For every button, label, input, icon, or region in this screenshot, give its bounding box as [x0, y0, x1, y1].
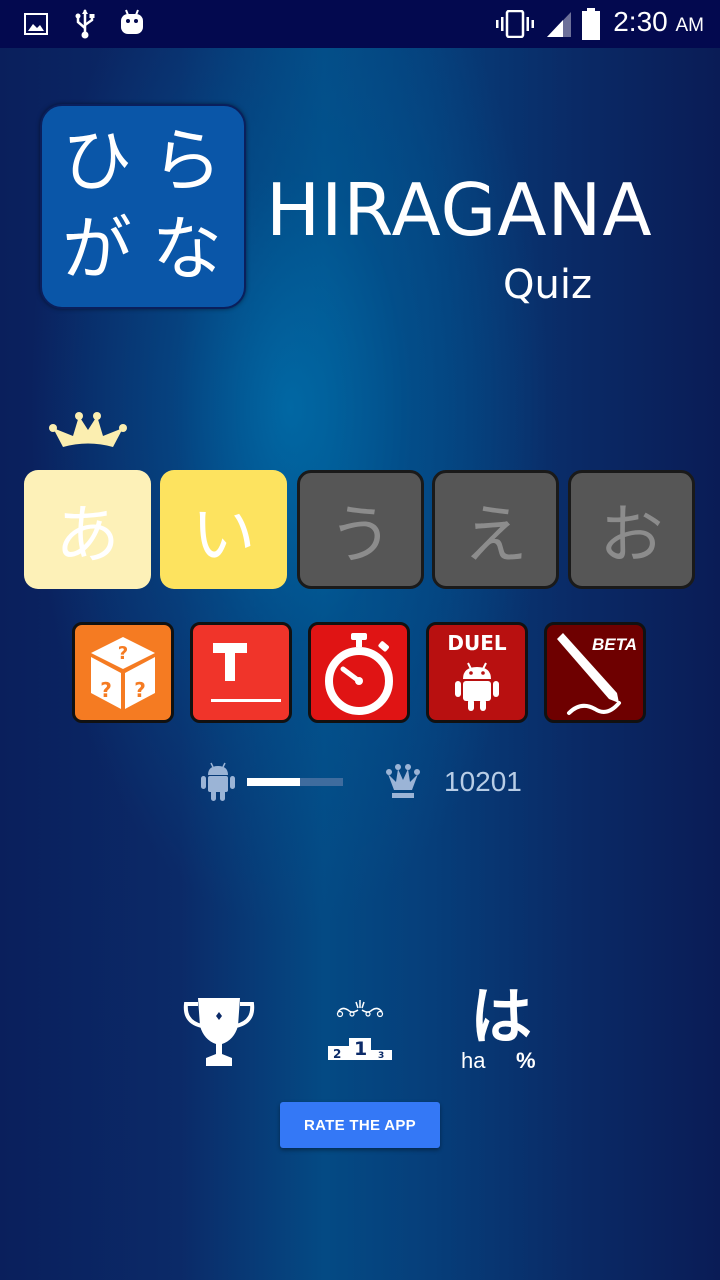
logo-char: ら [152, 120, 222, 202]
podium-label: 3 [378, 1051, 385, 1061]
stats-romaji: ha [461, 1048, 486, 1073]
clock-ampm: AM [675, 15, 705, 36]
level-char: う [328, 498, 393, 573]
app-logo: ひ ら が な [40, 104, 246, 309]
progress-fill [247, 778, 300, 786]
level-e-button[interactable]: え [432, 470, 559, 589]
android-robot-icon [121, 9, 143, 34]
signal-icon [547, 12, 571, 37]
android-robot-icon [455, 662, 499, 711]
random-mode-button[interactable]: ? ? ? [72, 622, 174, 723]
stats-kana: は [470, 980, 533, 1053]
podium-label: 1 [354, 1038, 368, 1060]
ornament-icon [336, 1000, 384, 1018]
clock-time: 2:30 [613, 6, 668, 37]
battery-icon [582, 8, 600, 40]
logo-char: が [62, 208, 132, 290]
app-title: HIRAGANA [266, 168, 653, 252]
level-o-button[interactable]: お [568, 470, 695, 589]
draw-mode-button[interactable]: BETA [544, 622, 646, 723]
stats-percent: % [516, 1048, 536, 1073]
duel-label: DUEL [447, 631, 507, 655]
level-char: え [463, 498, 528, 573]
status-bar: 2:30 AM [0, 0, 720, 48]
level-i-button[interactable]: い [160, 470, 287, 589]
typing-t-icon [211, 642, 281, 702]
typing-mode-button[interactable] [190, 622, 292, 723]
trophy-icon[interactable] [182, 996, 256, 1068]
progress-bar [247, 778, 343, 786]
svg-text:?: ? [134, 678, 146, 702]
usb-icon [75, 9, 95, 39]
duel-mode-button[interactable]: DUEL [426, 622, 528, 723]
stopwatch-icon [325, 632, 393, 715]
vibrate-icon [496, 10, 534, 38]
level-u-button[interactable]: う [297, 470, 424, 589]
svg-text:?: ? [100, 678, 112, 702]
timer-mode-button[interactable] [308, 622, 410, 723]
leaderboard-button[interactable]: 2 1 3 [328, 998, 392, 1062]
level-char: あ [55, 498, 120, 573]
image-icon [24, 13, 48, 35]
level-a-button[interactable]: あ [24, 470, 151, 589]
logo-char: な [152, 208, 222, 290]
clock: 2:30 AM [613, 6, 704, 38]
app-subtitle: Quiz [503, 262, 592, 308]
svg-text:?: ? [118, 643, 128, 664]
level-char: お [599, 498, 664, 573]
level-char: い [191, 498, 256, 573]
android-robot-icon [201, 762, 235, 801]
crown-icon [49, 412, 127, 447]
dice-question-icon: ? ? ? [91, 636, 155, 709]
beta-label: BETA [591, 635, 637, 654]
high-score: 10201 [444, 766, 522, 797]
rate-app-button[interactable]: RATE THE APP [280, 1102, 440, 1148]
crown-icon [386, 764, 420, 798]
logo-char: ひ [62, 120, 132, 202]
podium-label: 2 [333, 1047, 342, 1061]
